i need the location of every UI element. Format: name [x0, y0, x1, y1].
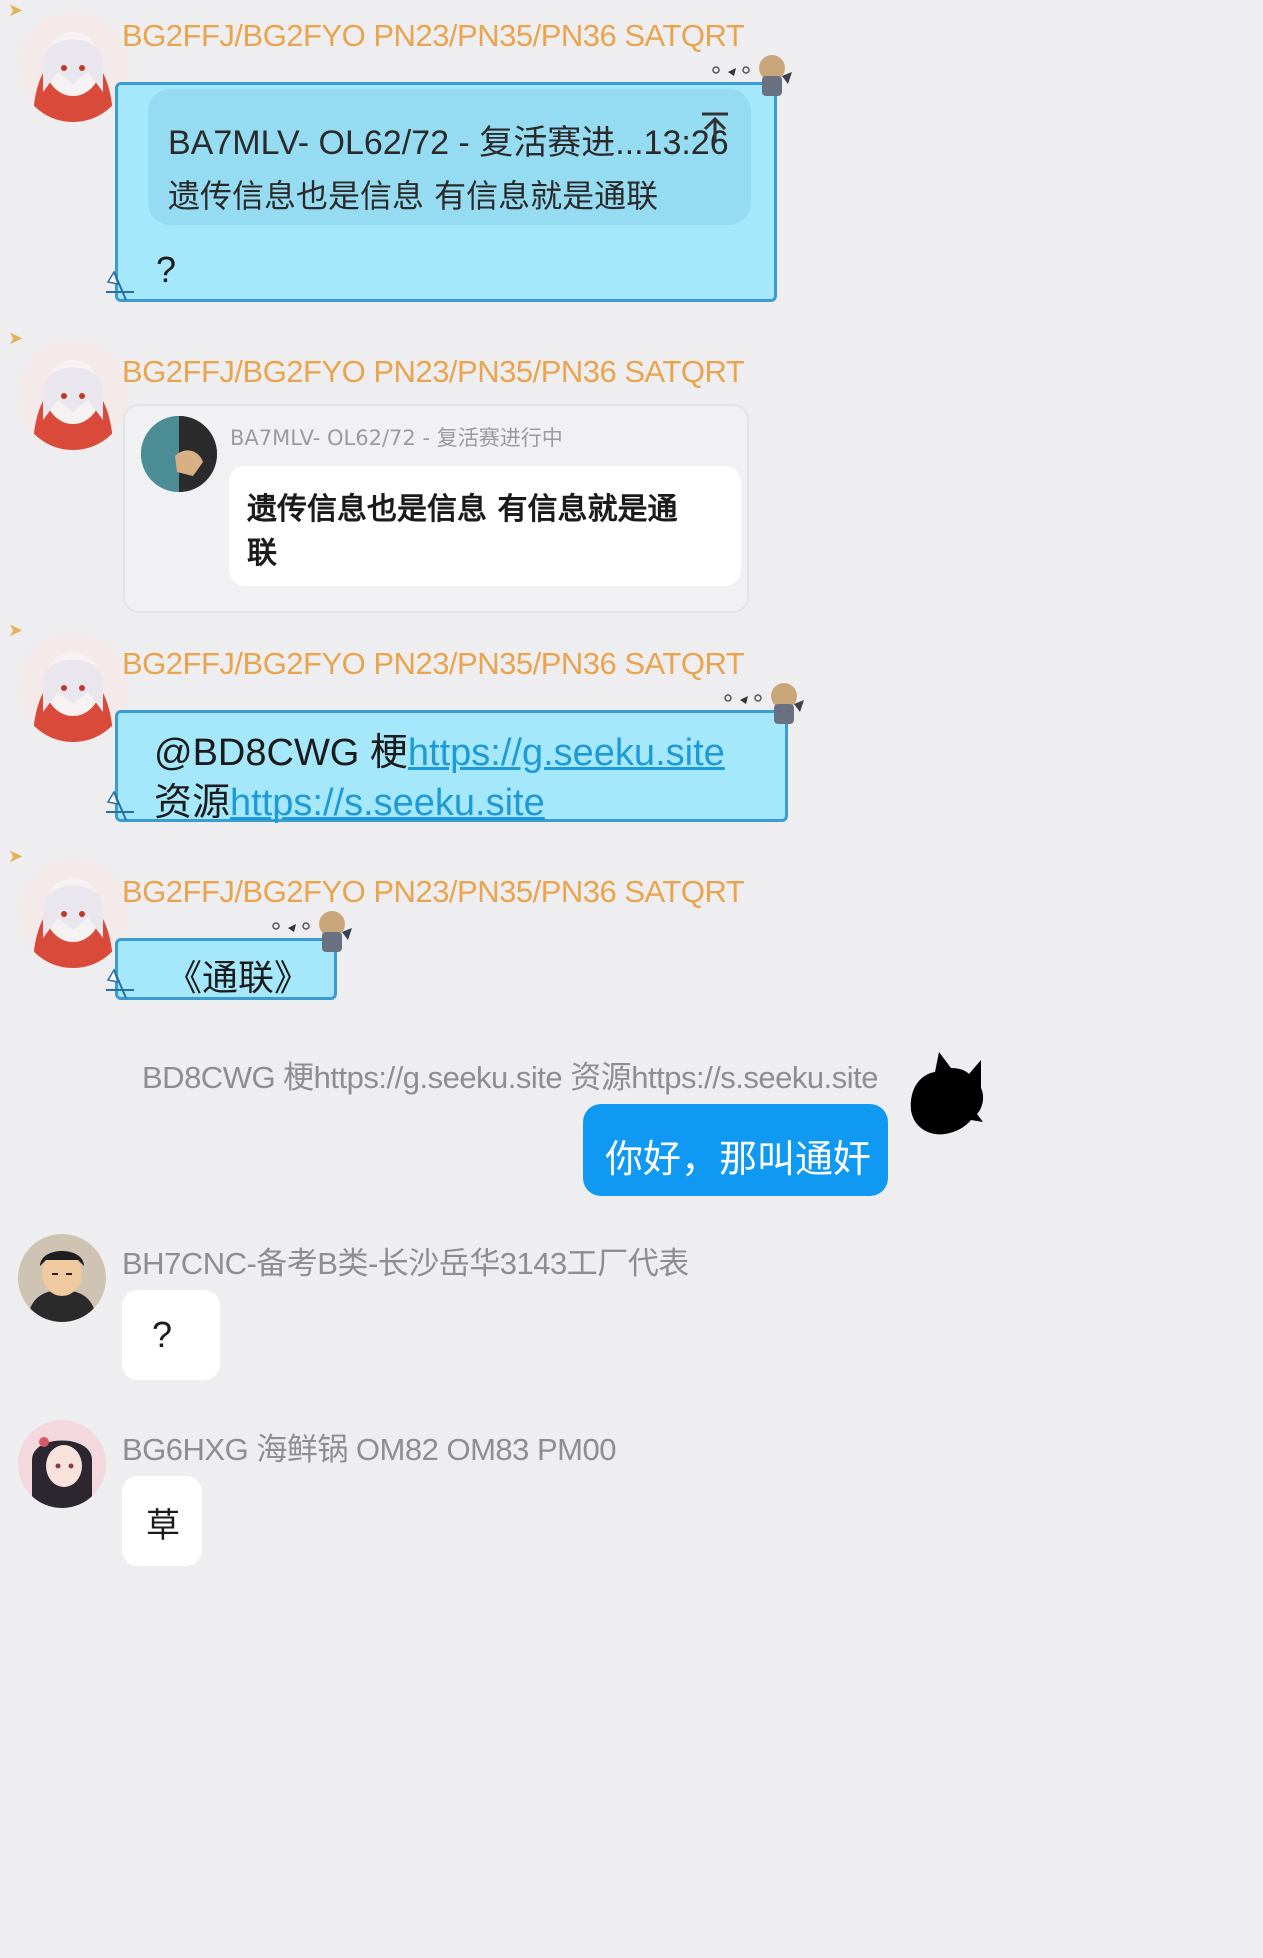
anime-avatar-icon: [18, 632, 128, 742]
avatar[interactable]: [18, 632, 128, 742]
quoted-text: 联: [247, 536, 277, 571]
photo-avatar-icon: [141, 416, 217, 492]
sender-name[interactable]: BG2FFJ/BG2FYO PN23/PN35/PN36 SATQRT: [122, 874, 745, 910]
self-message-bubble[interactable]: 你好，那叫通奸: [583, 1104, 888, 1196]
message-bubble[interactable]: BA7MLV- OL62/72 - 复活赛进...13:26 遗传信息也是信息 …: [115, 82, 777, 302]
mention-text: @BD8CWG 梗: [154, 732, 408, 774]
message-text: 你好，那叫通奸: [605, 1137, 872, 1181]
cartoon-avatar-icon: [18, 1234, 106, 1322]
message-bubble[interactable]: 草: [122, 1476, 202, 1566]
sender-name[interactable]: BG6HXG 海鲜锅 OM82 OM83 PM00: [122, 1424, 616, 1469]
message-text: 草: [146, 1506, 180, 1546]
label-text: 资源: [154, 782, 231, 824]
flag-sticker-icon: [106, 968, 134, 999]
link[interactable]: https://s.seeku.site: [230, 782, 545, 824]
bubble-frame-mark: ➤: [8, 0, 24, 21]
anime-avatar-icon: [18, 12, 128, 122]
quoted-avatar: [141, 416, 217, 492]
message-text: ?: [156, 249, 177, 290]
up-arrow-icon[interactable]: [700, 111, 730, 149]
message-text: ?: [152, 1314, 173, 1355]
reply-text: 遗传信息也是信息 有信息就是通联: [168, 177, 659, 215]
sender-name[interactable]: BH7CNC-备考B类-长沙岳华3143工厂代表: [122, 1238, 689, 1283]
forwarded-message-card[interactable]: BA7MLV- OL62/72 - 复活赛进行中 遗传信息也是信息 有信息就是通…: [123, 404, 749, 613]
message-bubble[interactable]: ?: [122, 1290, 220, 1380]
avatar[interactable]: [18, 858, 128, 968]
flag-sticker-icon: [106, 270, 134, 301]
message-text: 资源https://s.seeku.site: [154, 771, 545, 826]
avatar[interactable]: [18, 340, 128, 450]
chibi-sticker-icon: [712, 55, 792, 96]
message-text: @BD8CWG 梗https://g.seeku.site: [154, 721, 725, 776]
flag-sticker-icon: [106, 790, 134, 821]
bubble-frame-mark: ➤: [8, 328, 24, 349]
anime-avatar-icon: [18, 858, 128, 968]
link[interactable]: https://g.seeku.site: [408, 732, 725, 774]
anime-girl-avatar-icon: [18, 1420, 106, 1508]
message-bubble[interactable]: @BD8CWG 梗https://g.seeku.site 资源https://…: [115, 710, 788, 824]
quoted-text: 遗传信息也是信息 有信息就是通: [247, 492, 678, 527]
quoted-bubble: 遗传信息也是信息 有信息就是通 联: [229, 466, 741, 586]
cat-avatar-icon[interactable]: [905, 1050, 987, 1140]
chibi-sticker-icon: [724, 683, 804, 724]
anime-avatar-icon: [18, 340, 128, 450]
sender-name[interactable]: BG2FFJ/BG2FYO PN23/PN35/PN36 SATQRT: [122, 354, 745, 390]
bubble-frame-mark: ➤: [8, 620, 24, 641]
sender-name[interactable]: BD8CWG 梗https://g.seeku.site 资源https://s…: [142, 1052, 879, 1097]
chibi-sticker-icon: [272, 911, 352, 952]
avatar[interactable]: [18, 1420, 106, 1508]
reply-header: BA7MLV- OL62/72 - 复活赛进...13:26: [168, 124, 729, 162]
reply-quote[interactable]: BA7MLV- OL62/72 - 复活赛进...13:26 遗传信息也是信息 …: [148, 89, 751, 225]
quoted-sender: BA7MLV- OL62/72 - 复活赛进行中: [230, 426, 563, 450]
sender-name[interactable]: BG2FFJ/BG2FYO PN23/PN35/PN36 SATQRT: [122, 18, 745, 54]
avatar[interactable]: [18, 12, 128, 122]
bubble-frame-mark: ➤: [8, 846, 24, 867]
avatar[interactable]: [18, 1234, 106, 1322]
sender-name[interactable]: BG2FFJ/BG2FYO PN23/PN35/PN36 SATQRT: [122, 646, 745, 682]
